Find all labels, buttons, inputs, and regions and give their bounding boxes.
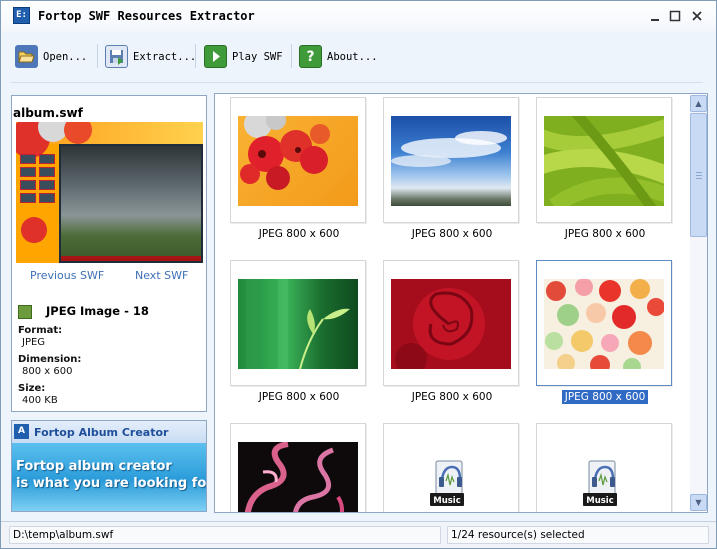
resource-caption: JPEG 800 x 600 <box>561 390 649 404</box>
album-creator-ad[interactable]: A Fortop Album Creator Fortop album crea… <box>11 420 207 512</box>
title-bar: E: Fortop SWF Resources Extractor <box>1 1 716 32</box>
resource-thumbnail <box>238 279 358 369</box>
album-creator-logo-icon: A <box>14 424 29 439</box>
resource-item[interactable] <box>230 423 366 512</box>
resource-grid: JPEG 800 x 600 JPEG 800 x 600 JPEG 800 x… <box>214 93 708 513</box>
resource-item[interactable]: JPEG 800 x 600 <box>536 97 672 240</box>
play-icon <box>204 45 227 68</box>
swf-preview-image <box>16 122 203 263</box>
resource-caption: JPEG 800 x 600 <box>258 228 340 240</box>
swf-info-panel: album.swf Previous SWF Next SWF JPEG Ima… <box>11 95 207 412</box>
resource-thumbnail <box>391 116 511 206</box>
maximize-icon <box>669 10 681 22</box>
format-label: Format: <box>18 325 63 336</box>
status-bar: D:\temp\album.swf 1/24 resource(s) selec… <box>1 521 716 548</box>
resource-thumbnail <box>238 116 358 206</box>
ad-header: A Fortop Album Creator <box>12 421 206 443</box>
toolbar-divider <box>11 82 703 83</box>
resource-caption: JPEG 800 x 600 <box>258 391 340 403</box>
resource-item[interactable]: JPEG 800 x 600 <box>383 260 519 403</box>
resource-item[interactable]: JPEG 800 x 600 <box>230 97 366 240</box>
extract-button[interactable]: Extract... <box>105 44 196 69</box>
maximize-button[interactable] <box>667 8 683 24</box>
open-button[interactable]: Open... <box>15 44 87 69</box>
help-icon: ? <box>299 45 322 68</box>
size-value: 400 KB <box>22 395 58 406</box>
resource-thumbnail <box>544 116 664 206</box>
minimize-button[interactable] <box>647 8 663 24</box>
resource-item[interactable]: Music <box>383 423 519 512</box>
scroll-thumb[interactable] <box>690 113 707 237</box>
toolbar-separator <box>195 44 196 68</box>
ad-line-1: Fortop album creator <box>16 459 172 474</box>
ad-line-2: is what you are looking for! <box>16 476 207 491</box>
app-icon: E: <box>13 7 30 24</box>
music-label: Music <box>586 496 614 506</box>
ad-banner: Fortop album creator is what you are loo… <box>12 443 206 511</box>
ad-title: Fortop Album Creator <box>34 426 169 439</box>
resource-title: JPEG Image - 18 <box>46 304 149 318</box>
folder-open-icon <box>15 45 38 68</box>
swf-file-name: album.swf <box>13 106 83 120</box>
resource-caption: JPEG 800 x 600 <box>411 391 493 403</box>
vertical-scrollbar[interactable]: ▲ ▼ <box>690 95 707 511</box>
dimension-label: Dimension: <box>18 354 82 365</box>
format-value: JPEG <box>22 337 46 348</box>
resource-item[interactable]: Music <box>536 423 672 512</box>
resource-item[interactable]: JPEG 800 x 600 <box>536 260 672 404</box>
resource-caption: JPEG 800 x 600 <box>411 228 493 240</box>
scroll-up-button[interactable]: ▲ <box>690 95 707 112</box>
toolbar-separator <box>97 44 98 68</box>
resource-item[interactable]: JPEG 800 x 600 <box>383 97 519 240</box>
next-swf-link[interactable]: Next SWF <box>135 269 188 282</box>
resource-thumbnail <box>544 279 664 369</box>
toolbar: Open... Extract... Play SWF ? About... <box>1 32 716 84</box>
close-icon <box>692 11 702 21</box>
resource-caption: JPEG 800 x 600 <box>564 228 646 240</box>
resource-thumbnail <box>238 442 358 512</box>
play-swf-button[interactable]: Play SWF <box>204 44 283 69</box>
music-file-icon: Music <box>430 460 464 506</box>
app-window: E: Fortop SWF Resources Extractor Open..… <box>0 0 717 549</box>
scroll-down-button[interactable]: ▼ <box>690 494 707 511</box>
previous-swf-link[interactable]: Previous SWF <box>30 269 104 282</box>
dimension-value: 800 x 600 <box>22 366 73 377</box>
toolbar-separator <box>291 44 292 68</box>
size-label: Size: <box>18 383 46 394</box>
window-title: Fortop SWF Resources Extractor <box>38 9 255 23</box>
close-button[interactable] <box>689 8 705 24</box>
save-disk-icon <box>105 45 128 68</box>
music-label: Music <box>433 496 461 506</box>
music-file-icon: Music <box>583 460 617 506</box>
resource-thumbnail <box>391 279 511 369</box>
status-selection: 1/24 resource(s) selected <box>447 526 709 544</box>
image-file-icon <box>18 305 32 319</box>
status-path: D:\temp\album.swf <box>9 526 441 544</box>
about-button[interactable]: ? About... <box>299 44 378 69</box>
resource-item[interactable]: JPEG 800 x 600 <box>230 260 366 403</box>
minimize-icon <box>651 19 659 21</box>
